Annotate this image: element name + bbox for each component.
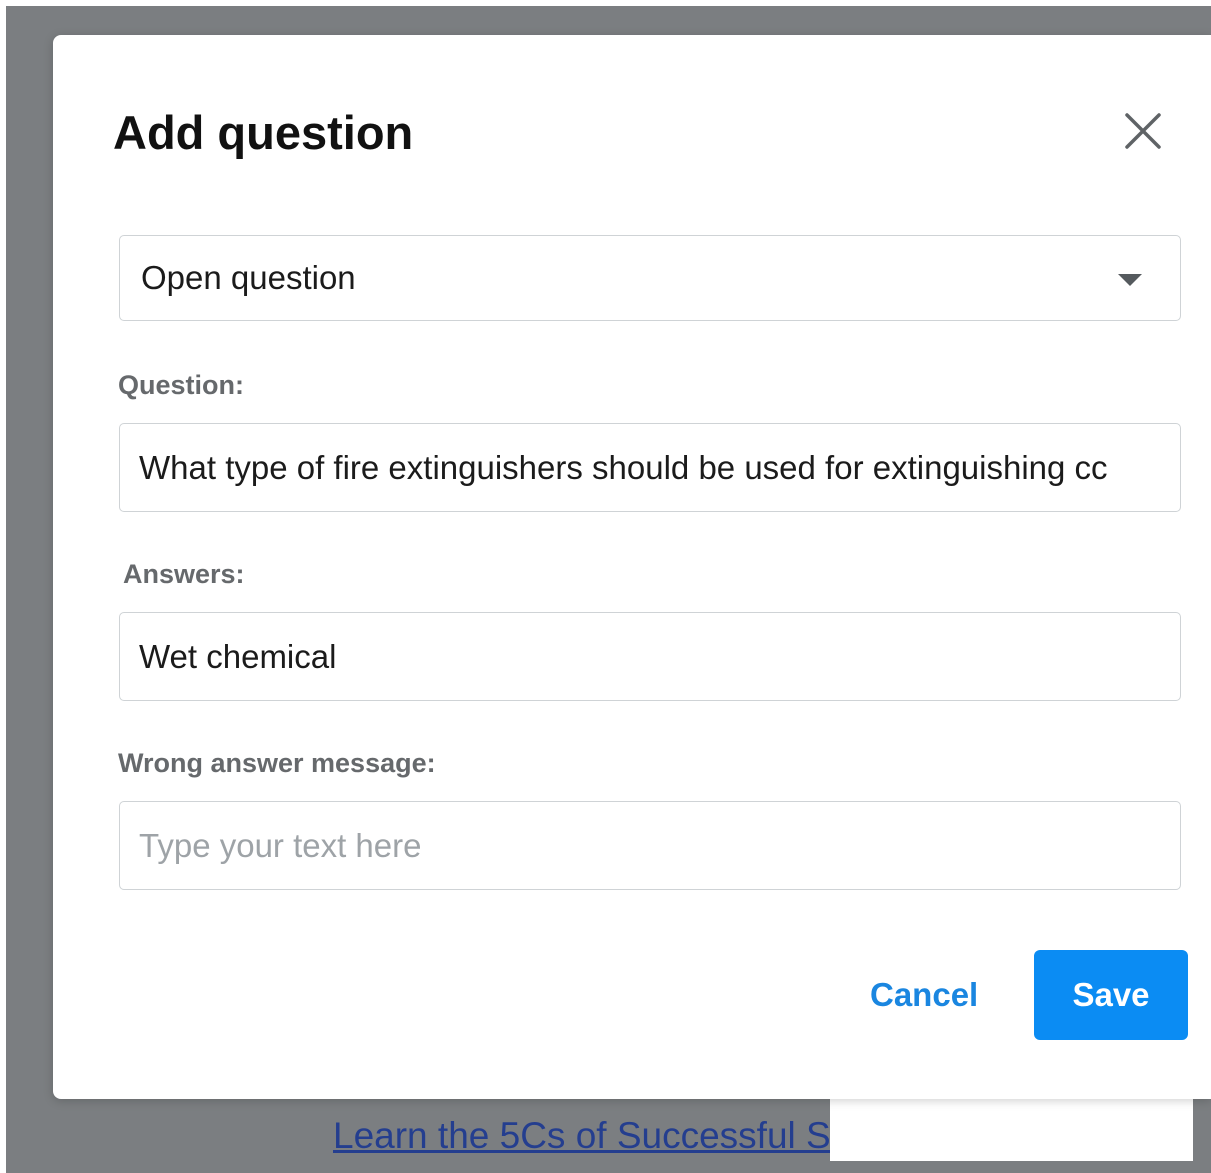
question-input[interactable]: What type of fire extinguishers should b… [119,423,1181,512]
dialog-title: Add question [113,106,414,159]
background-link[interactable]: Learn the 5Cs of Successful S [333,1113,831,1159]
answers-label: Answers: [123,559,245,589]
background-white-area [830,1097,1193,1161]
wrong-answer-input[interactable]: Type your text here [119,801,1181,890]
close-icon [1125,113,1161,149]
cancel-button[interactable]: Cancel [870,975,978,1015]
question-type-select[interactable]: Open question [119,235,1181,321]
question-label: Question: [118,370,244,400]
save-button[interactable]: Save [1034,950,1188,1040]
question-type-value: Open question [141,259,356,296]
chevron-down-icon [1118,274,1142,286]
close-button[interactable] [1121,109,1165,153]
add-question-dialog: Add question Open question Question: Wha… [53,35,1211,1099]
wrong-answer-placeholder: Type your text here [139,827,422,864]
wrong-answer-label: Wrong answer message: [118,748,436,778]
answers-input-value: Wet chemical [139,638,337,675]
question-input-value: What type of fire extinguishers should b… [139,449,1108,486]
answers-input[interactable]: Wet chemical [119,612,1181,701]
